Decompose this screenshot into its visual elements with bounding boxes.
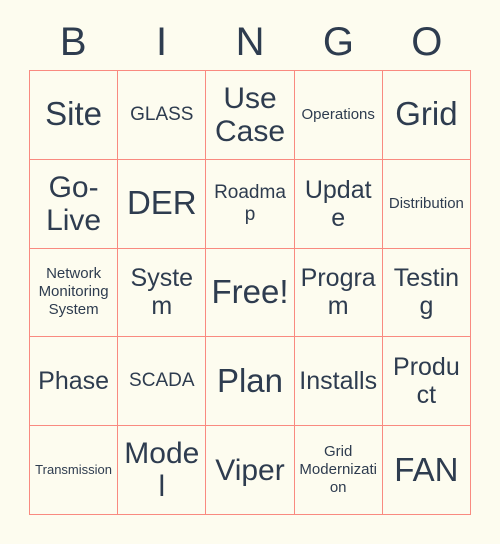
bingo-cell-label: SCADA xyxy=(129,370,195,392)
bingo-cell-label: DER xyxy=(126,184,197,222)
bingo-cell-label: Testing xyxy=(393,264,460,321)
bingo-cell-label: Network Monitoring System xyxy=(38,265,109,319)
bingo-cell-label: FAN xyxy=(394,450,459,488)
bingo-cell-label: Distribution xyxy=(388,194,464,212)
bingo-cell-label: Go-Live xyxy=(46,170,102,237)
bingo-cell-label: Viper xyxy=(215,453,285,487)
bingo-cell-label: Site xyxy=(45,95,103,133)
bingo-cell[interactable]: Viper xyxy=(206,426,295,515)
bingo-header-letter-i: I xyxy=(156,20,168,64)
bingo-cell-label: Program xyxy=(300,264,376,321)
bingo-cell[interactable]: Testing xyxy=(382,248,471,338)
bingo-cell[interactable]: Roadmap xyxy=(206,159,295,249)
bingo-cell-label: Use Case xyxy=(214,81,286,148)
bingo-cell[interactable]: Plan xyxy=(206,337,295,427)
bingo-cell[interactable]: Product xyxy=(382,337,471,427)
bingo-cell[interactable]: Model xyxy=(118,426,207,515)
bingo-cell[interactable]: Go-Live xyxy=(30,159,119,249)
bingo-cell[interactable]: FAN xyxy=(382,426,471,515)
bingo-cell-free[interactable]: Free! xyxy=(206,248,295,338)
bingo-cell[interactable]: Installs xyxy=(294,337,383,427)
bingo-cell-label: Phase xyxy=(38,367,110,396)
bingo-cell-label: Grid Modernization xyxy=(299,443,377,497)
bingo-cell-label: Free! xyxy=(211,273,289,311)
bingo-header-row: B I N G O xyxy=(29,14,471,70)
bingo-cell-label: Update xyxy=(304,175,372,232)
bingo-cell[interactable]: Site xyxy=(30,71,119,160)
bingo-header-letter-g: G xyxy=(322,20,354,64)
bingo-cell[interactable]: Transmission xyxy=(30,426,119,515)
bingo-header-letter-b: B xyxy=(59,20,87,64)
bingo-cell-label: Installs xyxy=(299,367,378,396)
bingo-header-letter-n: N xyxy=(235,20,265,64)
bingo-cell-label: System xyxy=(130,264,194,321)
bingo-cell[interactable]: Use Case xyxy=(206,71,295,160)
bingo-cell[interactable]: GLASS xyxy=(118,71,207,160)
bingo-cell[interactable]: Network Monitoring System xyxy=(30,248,119,338)
bingo-cell[interactable]: SCADA xyxy=(118,337,207,427)
bingo-grid: Site GLASS Use Case Operations Grid Go-L… xyxy=(29,70,471,515)
bingo-cell-label: Operations xyxy=(301,105,375,123)
bingo-cell-label: Grid xyxy=(395,95,458,133)
bingo-cell[interactable]: Program xyxy=(294,248,383,338)
bingo-cell[interactable]: Operations xyxy=(294,71,383,160)
bingo-cell-label: Roadmap xyxy=(214,181,286,225)
bingo-header-letter-o: O xyxy=(411,20,443,64)
bingo-cell[interactable]: DER xyxy=(118,159,207,249)
bingo-cell[interactable]: Grid xyxy=(382,71,471,160)
bingo-cell-label: GLASS xyxy=(130,103,194,125)
bingo-card: B I N G O Site GLASS Use Case Operations… xyxy=(0,0,500,544)
bingo-cell-label: Plan xyxy=(216,361,284,399)
bingo-cell-label: Model xyxy=(124,437,200,504)
bingo-cell[interactable]: Update xyxy=(294,159,383,249)
bingo-cell-label: Transmission xyxy=(35,462,112,478)
bingo-cell[interactable]: Distribution xyxy=(382,159,471,249)
bingo-cell[interactable]: Phase xyxy=(30,337,119,427)
bingo-cell-label: Product xyxy=(393,353,460,410)
bingo-cell[interactable]: System xyxy=(118,248,207,338)
bingo-cell[interactable]: Grid Modernization xyxy=(294,426,383,515)
